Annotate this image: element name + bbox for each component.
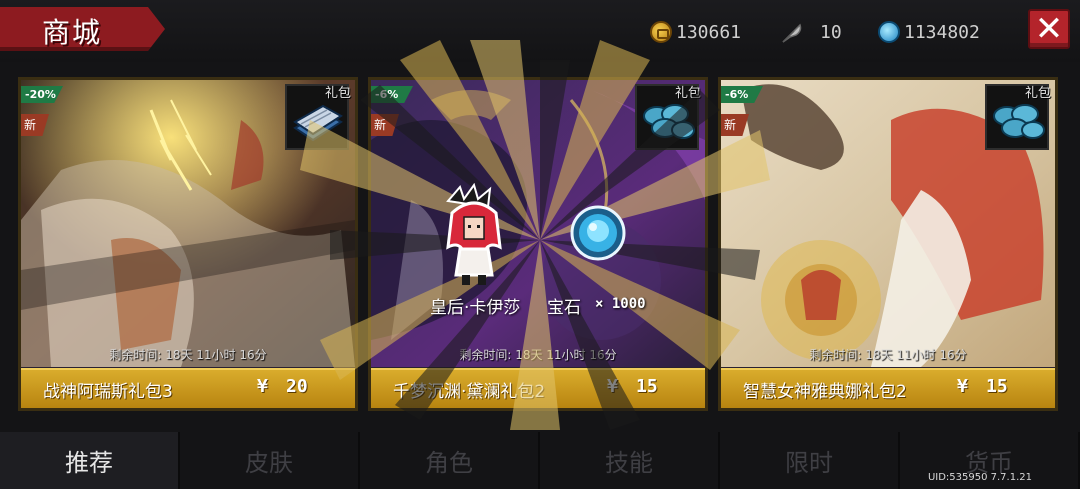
- blue-gem-icon: [878, 21, 900, 43]
- gold-coin-icon: [650, 21, 672, 43]
- pack-name: 千梦沉渊·黛澜礼包2: [393, 382, 546, 402]
- shop-card-athena[interactable]: -6% 新 礼包 剩余时间: 18天 11小时 16分 智慧女神雅典娜礼包2 ¥…: [718, 77, 1058, 411]
- remaining-time: 剩余时间: 18天 11小时 16分: [109, 348, 267, 362]
- pack-label: 礼包: [674, 86, 701, 101]
- gem-value: 1134802: [904, 21, 980, 43]
- pack-label: 礼包: [1024, 86, 1051, 101]
- currency-symbol: ¥: [957, 376, 968, 397]
- feather-counter[interactable]: 10: [780, 18, 842, 46]
- pack-label: 礼包: [324, 86, 351, 101]
- buy-button[interactable]: 智慧女神雅典娜礼包2 ¥ 15: [721, 368, 1055, 408]
- pack-name: 战神阿瑞斯礼包3: [43, 382, 173, 402]
- tab-limited[interactable]: 限时: [720, 432, 900, 489]
- card-artwork-athena: -6% 新 礼包 剩余时间: 18天 11小时 16分: [721, 80, 1055, 367]
- remaining-time: 剩余时间: 18天 11小时 16分: [459, 348, 617, 362]
- card-artwork-ares: -20% 新 礼包 剩余时间: 18天 11小时 16分: [21, 80, 355, 367]
- tab-skins[interactable]: 皮肤: [180, 432, 360, 489]
- card-artwork-dailan: -6% 新 礼包 剩余时间: 18天 11小时 16分: [371, 80, 705, 367]
- remaining-time: 剩余时间: 18天 11小时 16分: [809, 348, 967, 362]
- tab-recommended[interactable]: 推荐: [0, 432, 180, 489]
- top-bar: 商城 130661 10 1134802 ✕: [0, 0, 1080, 62]
- price: 15: [636, 376, 658, 397]
- currency-symbol: ¥: [607, 376, 618, 397]
- shop-card-dailan[interactable]: -6% 新 礼包 剩余时间: 18天 11小时 16分 千梦沉渊·黛澜礼包2 ¥…: [368, 77, 708, 411]
- buy-button[interactable]: 千梦沉渊·黛澜礼包2 ¥ 15: [371, 368, 705, 408]
- gem-counter[interactable]: 1134802: [878, 18, 980, 46]
- pack-name: 智慧女神雅典娜礼包2: [743, 382, 907, 402]
- tab-characters[interactable]: 角色: [360, 432, 540, 489]
- tab-skills[interactable]: 技能: [540, 432, 720, 489]
- buy-button[interactable]: 战神阿瑞斯礼包3 ¥ 20: [21, 368, 355, 408]
- gold-coin-counter[interactable]: 130661: [650, 18, 741, 46]
- close-x-icon: ✕: [1034, 9, 1064, 49]
- close-button[interactable]: ✕: [1028, 9, 1070, 49]
- page-title: 商城: [42, 16, 103, 49]
- currency-symbol: ¥: [257, 376, 268, 397]
- category-tabs: 推荐 皮肤 角色 技能 限时 货币: [0, 432, 1080, 489]
- feather-value: 10: [820, 21, 842, 43]
- price: 15: [986, 376, 1008, 397]
- gold-coin-value: 130661: [676, 21, 742, 43]
- feather-icon: [780, 21, 802, 43]
- price: 20: [286, 376, 308, 397]
- uid-version: UID:535950 7.7.1.21: [927, 472, 1032, 483]
- title-banner: 商城: [0, 7, 165, 51]
- shop-card-ares[interactable]: -20% 新 礼包 剩余时间: 18天 11小时 16分 战神阿瑞斯礼包3 ¥ …: [18, 77, 358, 411]
